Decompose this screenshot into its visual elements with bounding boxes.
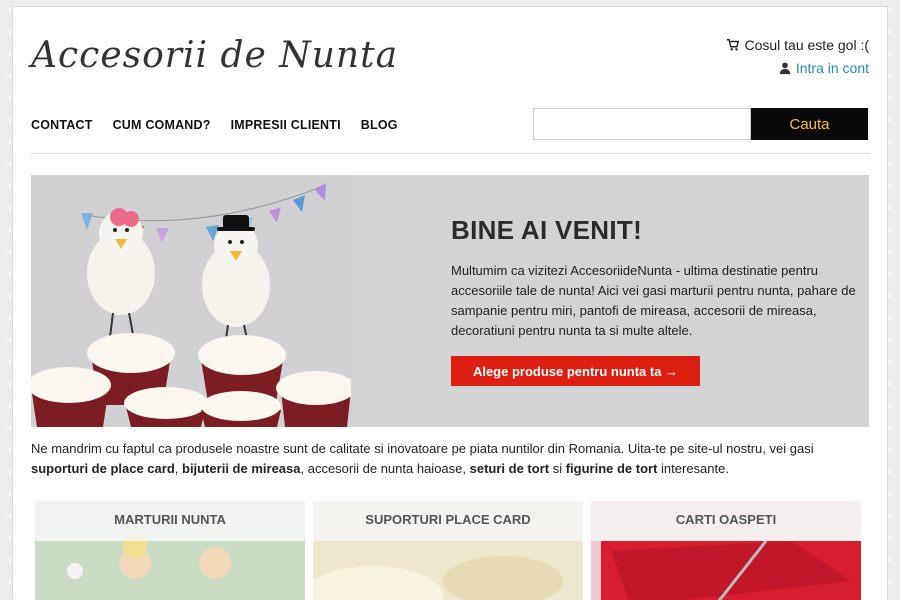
intro-text-3: si (549, 461, 566, 476)
nav-item-blog[interactable]: BLOG (361, 118, 398, 132)
user-icon (779, 62, 791, 75)
category-grid: MARTURII NUNTA SUPORTURI PLACE CARD CART… (35, 501, 865, 600)
site-logo[interactable]: Accesorii de Nunta (31, 35, 398, 76)
category-suporturi-place-card[interactable]: SUPORTURI PLACE CARD (313, 501, 583, 600)
header-divider (31, 153, 869, 154)
hero-text: Multumim ca vizitezi AccesoriideNunta - … (451, 263, 856, 338)
choose-products-button[interactable]: Alege produse pentru nunta ta → (451, 356, 700, 386)
hero-banner: BINE AI VENIT! Multumim ca vizitezi Acce… (31, 175, 869, 427)
link-cake-sets[interactable]: seturi de tort (470, 461, 549, 476)
cart-icon (727, 39, 740, 51)
cart-status[interactable]: Cosul tau este gol :( (726, 37, 869, 53)
category-marturii-nunta[interactable]: MARTURII NUNTA (35, 501, 305, 600)
hero-image-cupcakes-birds (31, 175, 351, 427)
cart-status-text: Cosul tau este gol :( (744, 37, 869, 53)
login-link-text: Intra in cont (795, 60, 869, 76)
intro-paragraph: Ne mandrim cu faptul ca produsele noastr… (31, 439, 871, 479)
login-link[interactable]: Intra in cont (778, 60, 869, 76)
link-cake-figurines[interactable]: figurine de tort (566, 461, 658, 476)
search-button[interactable]: Cauta (751, 108, 868, 140)
category-label: MARTURII NUNTA (35, 501, 305, 541)
hero-title: BINE AI VENIT! (451, 215, 643, 245)
intro-text-2: , accesorii de nunta haioase, (300, 461, 470, 476)
intro-separator: , (174, 461, 182, 476)
category-label: SUPORTURI PLACE CARD (313, 501, 583, 541)
page-container: Accesorii de Nunta Cosul tau este gol :(… (12, 6, 888, 600)
intro-text-4: interesante. (657, 461, 729, 476)
nav-item-contact[interactable]: CONTACT (31, 118, 93, 132)
nav-item-cum-comand[interactable]: CUM COMAND? (113, 118, 211, 132)
link-place-card-holders[interactable]: suporturi de place card (31, 461, 175, 476)
main-nav: CONTACT CUM COMAND? IMPRESII CLIENTI BLO… (31, 118, 398, 132)
intro-text-1: Ne mandrim cu faptul ca produsele noastr… (31, 441, 814, 456)
category-carti-oaspeti[interactable]: CARTI OASPETI (591, 501, 861, 600)
link-bridal-jewelry[interactable]: bijuterii de mireasa (182, 461, 301, 476)
search-input[interactable] (533, 108, 751, 140)
category-label: CARTI OASPETI (591, 501, 861, 541)
nav-item-impresii-clienti[interactable]: IMPRESII CLIENTI (231, 118, 341, 132)
